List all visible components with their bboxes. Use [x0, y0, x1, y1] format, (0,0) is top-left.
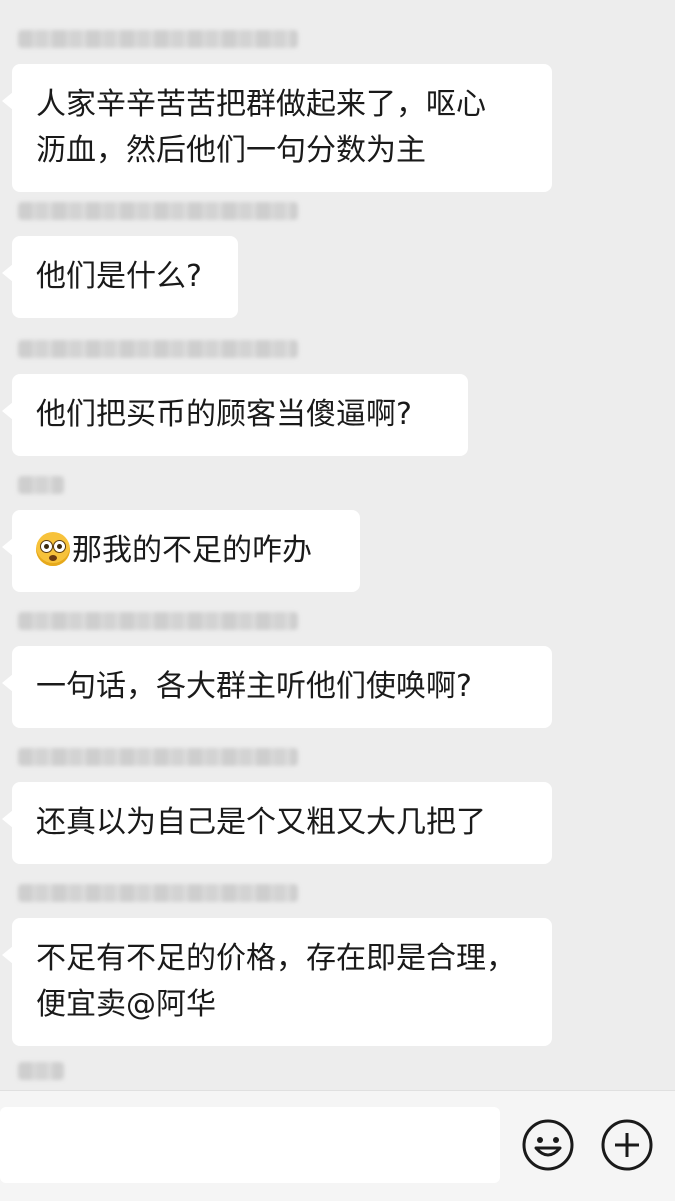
message-item: [12, 1062, 64, 1080]
message-text: 那我的不足的咋办: [72, 533, 312, 568]
message-item: 人家辛辛苦苦把群做起来了，呕心 沥血，然后他们一句分数为主: [2, 30, 552, 192]
message-bubble[interactable]: 人家辛辛苦苦把群做起来了，呕心 沥血，然后他们一句分数为主: [2, 64, 552, 192]
message-text-line: 他们把买币的顾客当傻逼啊?: [36, 397, 412, 432]
message-bubble[interactable]: 他们把买币的顾客当傻逼啊?: [2, 374, 468, 456]
sender-name-blurred: [18, 1062, 64, 1080]
message-item: 他们是什么?: [2, 202, 298, 318]
sender-name-blurred: [18, 884, 298, 902]
sender-name-blurred: [18, 476, 64, 494]
message-text-line: 沥血，然后他们一句分数为主: [36, 133, 426, 168]
message-item: 他们把买币的顾客当傻逼啊?: [2, 340, 468, 456]
flushed-face-icon: [36, 532, 70, 566]
message-text-line: 还真以为自己是个又粗又大几把了: [36, 805, 486, 840]
plus-icon[interactable]: [600, 1118, 654, 1172]
message-item: 不足有不足的价格，存在即是合理， 便宜卖@阿华: [2, 884, 552, 1046]
message-text-line: 便宜卖@阿华: [36, 987, 216, 1022]
message-item: 那我的不足的咋办: [2, 476, 360, 592]
message-bubble[interactable]: 不足有不足的价格，存在即是合理， 便宜卖@阿华: [2, 918, 552, 1046]
sender-name-blurred: [18, 340, 298, 358]
message-item: 一句话，各大群主听他们使唤啊?: [2, 612, 552, 728]
chat-message-list[interactable]: 人家辛辛苦苦把群做起来了，呕心 沥血，然后他们一句分数为主 他们是什么? 他们把…: [0, 0, 675, 1090]
message-text-line: 人家辛辛苦苦把群做起来了，呕心: [36, 87, 486, 122]
sender-name-blurred: [18, 748, 298, 766]
message-text-line: 不足有不足的价格，存在即是合理，: [36, 941, 516, 976]
message-text-line: 那我的不足的咋办: [36, 528, 338, 574]
sender-name-blurred: [18, 612, 298, 630]
smiley-icon[interactable]: [521, 1118, 575, 1172]
chat-input-bar: [0, 1090, 675, 1201]
message-bubble[interactable]: 还真以为自己是个又粗又大几把了: [2, 782, 552, 864]
message-text-line: 一句话，各大群主听他们使唤啊?: [36, 669, 472, 704]
message-input[interactable]: [0, 1107, 500, 1183]
message-bubble[interactable]: 那我的不足的咋办: [2, 510, 360, 592]
message-bubble[interactable]: 他们是什么?: [2, 236, 238, 318]
sender-name-blurred: [18, 202, 298, 220]
message-bubble[interactable]: 一句话，各大群主听他们使唤啊?: [2, 646, 552, 728]
message-text-line: 他们是什么?: [36, 259, 202, 294]
message-item: 还真以为自己是个又粗又大几把了: [2, 748, 552, 864]
sender-name-blurred: [18, 30, 298, 48]
